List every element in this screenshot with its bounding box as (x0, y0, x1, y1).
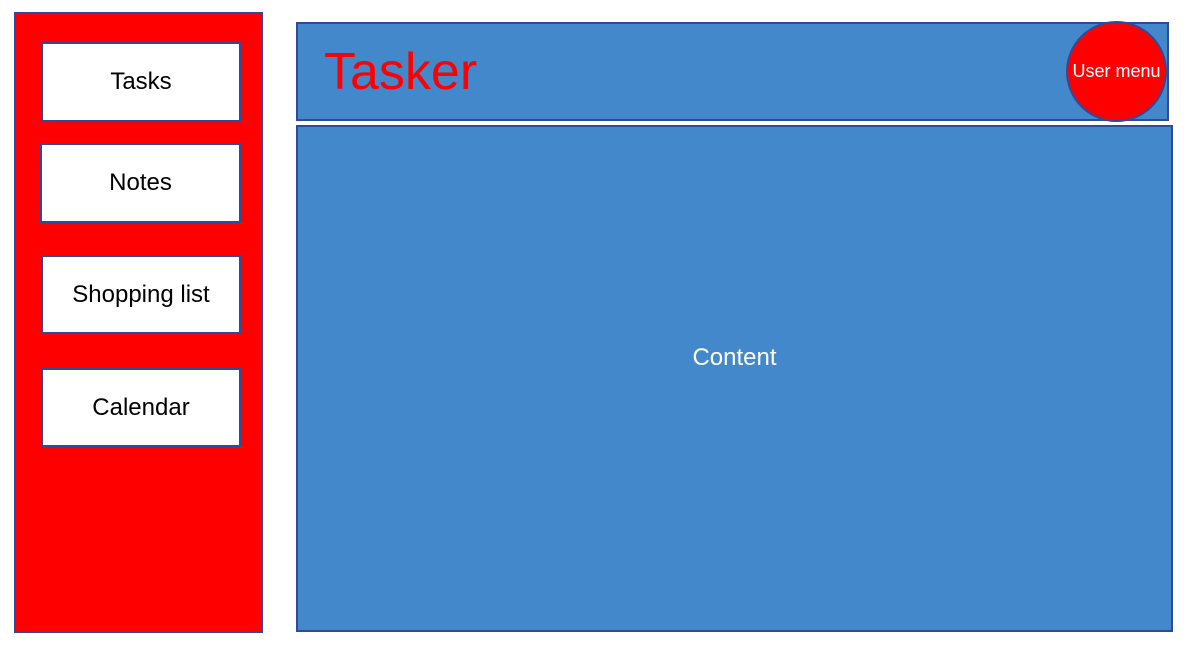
content-area: Content (296, 125, 1173, 632)
sidebar-item-shopping-list[interactable]: Shopping list (41, 255, 241, 334)
header: Tasker (296, 22, 1169, 121)
sidebar-item-label: Notes (109, 169, 172, 196)
sidebar-item-tasks[interactable]: Tasks (41, 42, 241, 122)
sidebar: Tasks Notes Shopping list Calendar (14, 12, 263, 633)
user-menu-button[interactable]: User menu (1066, 21, 1167, 122)
sidebar-item-calendar[interactable]: Calendar (41, 368, 241, 447)
app-title: Tasker (324, 43, 478, 101)
sidebar-item-label: Tasks (110, 68, 172, 95)
sidebar-item-label: Shopping list (72, 280, 210, 308)
sidebar-item-label: Calendar (92, 393, 190, 421)
content-label: Content (692, 343, 777, 371)
user-menu-label: User menu (1072, 61, 1161, 81)
sidebar-item-notes[interactable]: Notes (40, 143, 241, 223)
